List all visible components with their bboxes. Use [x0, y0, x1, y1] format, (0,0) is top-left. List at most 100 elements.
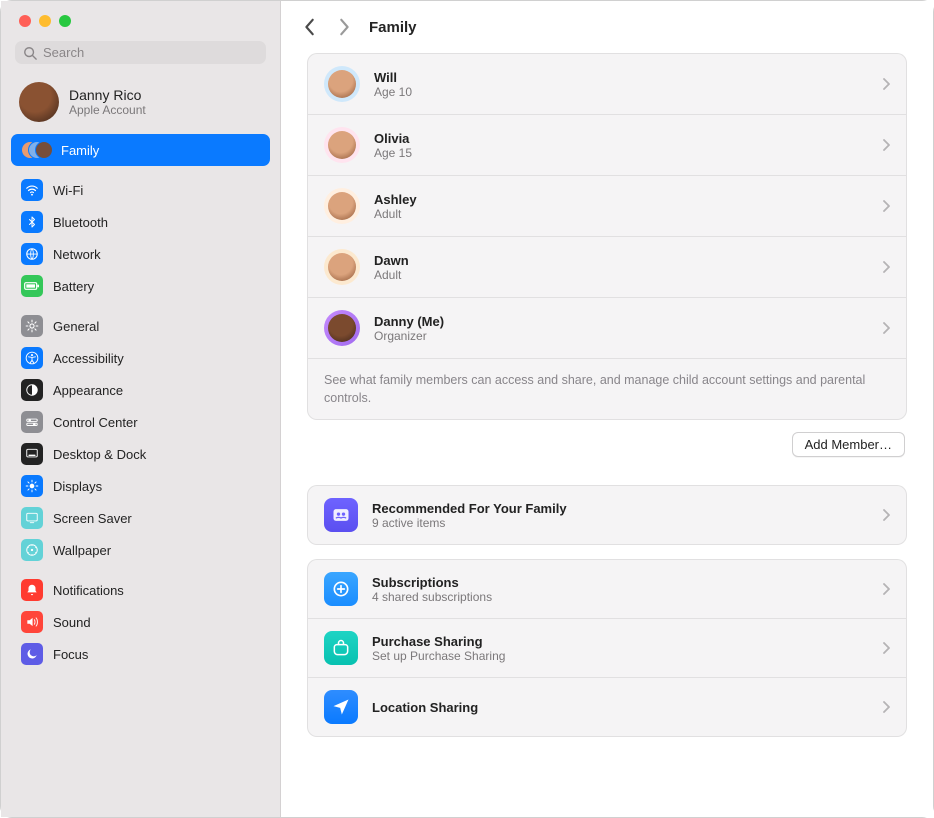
sidebar-item-desktop-dock[interactable]: Desktop & Dock — [11, 438, 270, 470]
add-member-button[interactable]: Add Member… — [792, 432, 905, 457]
member-sub: Age 10 — [374, 85, 412, 99]
search-icon — [23, 46, 37, 60]
minimize-window-button[interactable] — [39, 15, 51, 27]
sidebar-item-accessibility[interactable]: Accessibility — [11, 342, 270, 374]
sidebar-item-label: Desktop & Dock — [53, 447, 146, 462]
close-window-button[interactable] — [19, 15, 31, 27]
page-title: Family — [369, 19, 417, 36]
option-sub: 4 shared subscriptions — [372, 590, 492, 604]
search-input[interactable] — [37, 45, 258, 60]
member-sub: Organizer — [374, 329, 444, 343]
sidebar-item-label: Wallpaper — [53, 543, 111, 558]
sidebar-item-screen-saver[interactable]: Screen Saver — [11, 502, 270, 534]
option-location-sharing[interactable]: Location Sharing — [308, 677, 906, 736]
member-sub: Adult — [374, 268, 409, 282]
sidebar-item-label: Sound — [53, 615, 91, 630]
member-avatar — [324, 127, 360, 163]
search-field[interactable] — [15, 41, 266, 64]
sidebar-item-wallpaper[interactable]: Wallpaper — [11, 534, 270, 566]
sidebar-item-label: Battery — [53, 279, 94, 294]
toolbar: Family — [281, 1, 933, 53]
option-title: Recommended For Your Family — [372, 501, 567, 516]
wallpaper-icon — [21, 539, 43, 561]
gear-icon — [21, 315, 43, 337]
sidebar-item-bluetooth[interactable]: Bluetooth — [11, 206, 270, 238]
account-sub: Apple Account — [69, 103, 146, 117]
recommended-icon — [324, 498, 358, 532]
member-row-ashley[interactable]: Ashley Adult — [308, 175, 906, 236]
sidebar-item-label: Wi-Fi — [53, 183, 83, 198]
screen-saver-icon — [21, 507, 43, 529]
sharing-options-panel: Subscriptions 4 shared subscriptions Pur… — [307, 559, 907, 737]
sidebar-item-label: Notifications — [53, 583, 124, 598]
wifi-icon — [21, 179, 43, 201]
window-controls — [1, 1, 280, 35]
recommended-row[interactable]: Recommended For Your Family 9 active ite… — [308, 486, 906, 544]
sidebar-item-label: Accessibility — [53, 351, 124, 366]
option-title: Purchase Sharing — [372, 634, 505, 649]
nav-back-button[interactable] — [301, 15, 319, 39]
bluetooth-icon — [21, 211, 43, 233]
member-avatar — [324, 310, 360, 346]
sidebar-account[interactable]: Danny Rico Apple Account — [1, 74, 280, 134]
chevron-right-icon — [882, 78, 890, 90]
member-row-will[interactable]: Will Age 10 — [308, 54, 906, 114]
chevron-right-icon — [882, 139, 890, 151]
desktop-dock-icon — [21, 443, 43, 465]
chevron-right-icon — [882, 322, 890, 334]
account-avatar — [19, 82, 59, 122]
chevron-right-icon — [882, 583, 890, 595]
sidebar-item-control-center[interactable]: Control Center — [11, 406, 270, 438]
member-name: Danny (Me) — [374, 314, 444, 329]
sidebar-item-label: Screen Saver — [53, 511, 132, 526]
member-row-danny[interactable]: Danny (Me) Organizer — [308, 297, 906, 358]
option-sub: Set up Purchase Sharing — [372, 649, 505, 663]
sidebar-item-focus[interactable]: Focus — [11, 638, 270, 670]
purchase-sharing-icon — [324, 631, 358, 665]
sidebar-item-network[interactable]: Network — [11, 238, 270, 270]
sidebar-item-sound[interactable]: Sound — [11, 606, 270, 638]
sidebar-item-label: Bluetooth — [53, 215, 108, 230]
chevron-right-icon — [882, 261, 890, 273]
member-name: Dawn — [374, 253, 409, 268]
subscriptions-icon — [324, 572, 358, 606]
member-name: Ashley — [374, 192, 417, 207]
accessibility-icon — [21, 347, 43, 369]
option-sub: 9 active items — [372, 516, 567, 530]
member-avatar — [324, 188, 360, 224]
sidebar-item-appearance[interactable]: Appearance — [11, 374, 270, 406]
member-row-dawn[interactable]: Dawn Adult — [308, 236, 906, 297]
chevron-right-icon — [882, 509, 890, 521]
member-avatar — [324, 249, 360, 285]
option-purchase-sharing[interactable]: Purchase Sharing Set up Purchase Sharing — [308, 618, 906, 677]
nav-forward-button[interactable] — [335, 15, 353, 39]
chevron-right-icon — [882, 701, 890, 713]
member-avatar — [324, 66, 360, 102]
option-subscriptions[interactable]: Subscriptions 4 shared subscriptions — [308, 560, 906, 618]
sidebar-item-family[interactable]: Family — [11, 134, 270, 166]
globe-icon — [21, 243, 43, 265]
speaker-icon — [21, 611, 43, 633]
members-footer-text: See what family members can access and s… — [308, 358, 906, 419]
option-title: Subscriptions — [372, 575, 492, 590]
account-name: Danny Rico — [69, 87, 146, 103]
member-row-olivia[interactable]: Olivia Age 15 — [308, 114, 906, 175]
battery-icon — [21, 275, 43, 297]
sidebar-item-label: Control Center — [53, 415, 138, 430]
member-name: Olivia — [374, 131, 412, 146]
sidebar-item-label: Displays — [53, 479, 102, 494]
fullscreen-window-button[interactable] — [59, 15, 71, 27]
family-icon — [21, 139, 51, 161]
member-name: Will — [374, 70, 412, 85]
sidebar-item-displays[interactable]: Displays — [11, 470, 270, 502]
family-members-panel: Will Age 10 Olivia Age 15 Ashley Adult — [307, 53, 907, 420]
sidebar-item-label: Family — [61, 143, 99, 158]
sidebar-item-label: Network — [53, 247, 101, 262]
sidebar-item-label: General — [53, 319, 99, 334]
sidebar-item-wifi[interactable]: Wi-Fi — [11, 174, 270, 206]
location-sharing-icon — [324, 690, 358, 724]
sidebar-item-label: Focus — [53, 647, 88, 662]
sidebar-item-notifications[interactable]: Notifications — [11, 574, 270, 606]
sidebar-item-general[interactable]: General — [11, 310, 270, 342]
sidebar-item-battery[interactable]: Battery — [11, 270, 270, 302]
